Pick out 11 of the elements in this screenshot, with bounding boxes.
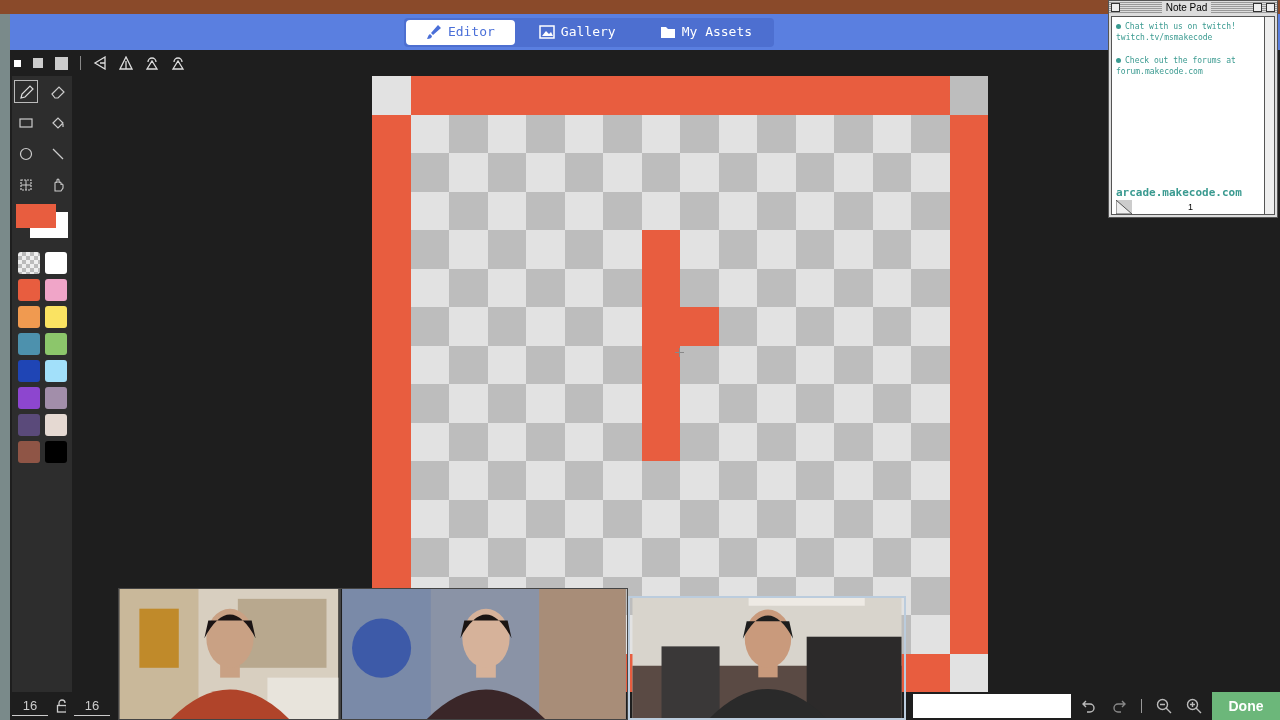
tab[interactable]: Editor <box>405 19 515 45</box>
page-number: 1 <box>1188 200 1193 214</box>
tab[interactable]: Gallery <box>518 19 636 45</box>
height-field[interactable]: 16 <box>74 695 110 717</box>
note-text: Check out the forums at <box>1125 55 1236 66</box>
done-button[interactable]: Done <box>1212 692 1280 720</box>
tab[interactable]: My Assets <box>639 19 773 45</box>
url-text: arcade.makecode.com <box>1116 186 1243 200</box>
window-title: Note Pad <box>1161 1 1212 14</box>
width-field[interactable]: 16 <box>12 695 48 717</box>
note-text: Chat with us on twitch! <box>1125 21 1236 32</box>
